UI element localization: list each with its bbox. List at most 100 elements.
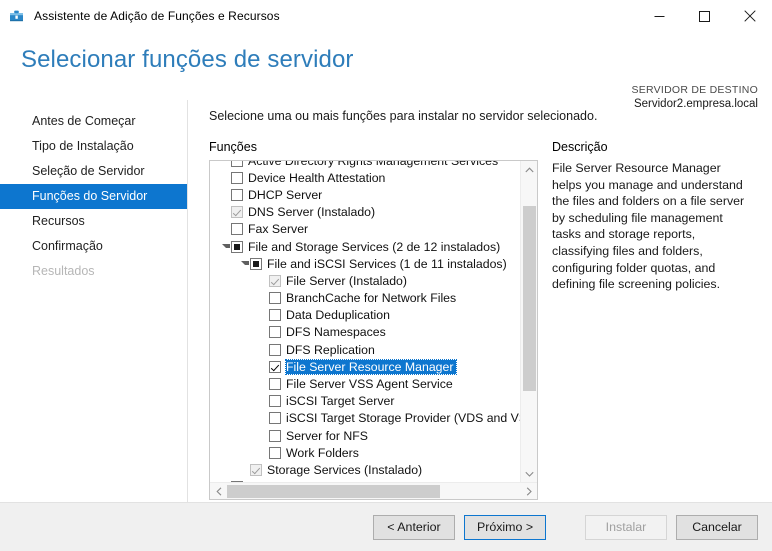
roles-list-viewport: Active Directory Rights Management Servi… <box>210 161 520 482</box>
role-checkbox-unchecked[interactable] <box>269 309 281 322</box>
scroll-up-icon[interactable] <box>521 161 537 178</box>
role-checkbox-partial[interactable] <box>231 240 243 253</box>
cancel-button[interactable]: Cancelar <box>676 514 758 540</box>
role-checkbox-unchecked[interactable] <box>269 395 281 408</box>
role-tree-row[interactable]: File and iSCSI Services (1 de 11 instala… <box>210 255 520 272</box>
role-label: Storage Services (Instalado) <box>267 462 423 477</box>
role-checkbox-unchecked[interactable] <box>231 223 243 236</box>
sidebar-item-antes-de-comecar[interactable]: Antes de Começar <box>0 109 187 134</box>
role-label: File Server Resource Manager <box>284 358 458 375</box>
expander-open-icon[interactable] <box>239 255 250 272</box>
role-checkbox-installed[interactable] <box>250 463 262 476</box>
role-tree-row[interactable]: DNS Server (Instalado) <box>210 204 520 221</box>
role-tree-row[interactable]: DHCP Server <box>210 186 520 203</box>
destination-label: SERVIDOR DE DESTINO <box>631 84 758 96</box>
page-header: Selecionar funções de servidor SERVIDOR … <box>0 32 772 110</box>
window-controls <box>637 0 772 32</box>
role-label: DNS Server (Instalado) <box>248 205 376 220</box>
role-label: BranchCache for Network Files <box>286 291 457 306</box>
next-button[interactable]: Próximo > <box>464 514 546 540</box>
role-tree-row[interactable]: File Server (Instalado) <box>210 272 520 289</box>
sidebar-item-selecao-de-servidor[interactable]: Seleção de Servidor <box>0 159 187 184</box>
role-tree-row[interactable]: Active Directory Rights Management Servi… <box>210 161 520 169</box>
role-tree-row[interactable]: Fax Server <box>210 221 520 238</box>
server-manager-icon <box>9 8 25 24</box>
role-checkbox-partial[interactable] <box>250 257 262 270</box>
role-tree-row[interactable]: Data Deduplication <box>210 307 520 324</box>
minimize-icon[interactable] <box>637 0 682 32</box>
role-tree-row[interactable]: Storage Services (Instalado) <box>210 461 520 478</box>
roles-rows: Active Directory Rights Management Servi… <box>210 161 520 482</box>
role-checkbox-checked[interactable] <box>269 360 281 373</box>
role-checkbox-installed[interactable] <box>231 206 243 219</box>
role-label: File and iSCSI Services (1 de 11 instala… <box>267 256 507 271</box>
sidebar-item-recursos[interactable]: Recursos <box>0 209 187 234</box>
role-tree-row[interactable]: Work Folders <box>210 444 520 461</box>
role-tree-row[interactable]: File Server VSS Agent Service <box>210 375 520 392</box>
role-checkbox-unchecked[interactable] <box>231 171 243 184</box>
scroll-right-icon[interactable] <box>520 483 537 499</box>
roles-column: Funções Active Directory Rights Manageme… <box>209 140 538 500</box>
horizontal-scroll-thumb[interactable] <box>227 485 440 498</box>
role-tree-row[interactable]: File and Storage Services (2 de 12 insta… <box>210 238 520 255</box>
maximize-icon[interactable] <box>682 0 727 32</box>
role-checkbox-unchecked[interactable] <box>269 292 281 305</box>
role-tree-row[interactable]: Server for NFS <box>210 427 520 444</box>
window-title: Assistente de Adição de Funções e Recurs… <box>34 9 280 23</box>
description-heading: Descrição <box>552 140 608 154</box>
roles-vertical-scrollbar[interactable] <box>520 161 537 482</box>
sidebar-item-funcoes-do-servidor[interactable]: Funções do Servidor <box>0 184 187 209</box>
role-checkbox-unchecked[interactable] <box>269 429 281 442</box>
role-checkbox-unchecked[interactable] <box>269 343 281 356</box>
close-icon[interactable] <box>727 0 772 32</box>
role-tree-row[interactable]: DFS Namespaces <box>210 324 520 341</box>
roles-listbox[interactable]: Active Directory Rights Management Servi… <box>209 160 538 500</box>
role-tree-row[interactable]: DFS Replication <box>210 341 520 358</box>
content-columns: Funções Active Directory Rights Manageme… <box>209 140 758 500</box>
sidebar-item-confirmacao[interactable]: Confirmação <box>0 234 187 259</box>
role-label: Device Health Attestation <box>248 170 386 185</box>
wizard-steps-sidebar: Antes de Começar Tipo de Instalação Sele… <box>0 100 188 502</box>
role-label: Active Directory Rights Management Servi… <box>248 161 501 168</box>
role-checkbox-unchecked[interactable] <box>269 412 281 425</box>
description-column: Descrição File Server Resource Manager h… <box>552 140 758 500</box>
sidebar-item-tipo-de-instalacao[interactable]: Tipo de Instalação <box>0 134 187 159</box>
vertical-scroll-thumb[interactable] <box>523 206 536 391</box>
role-tree-row[interactable]: BranchCache for Network Files <box>210 290 520 307</box>
role-tree-row[interactable]: iSCSI Target Storage Provider (VDS and V… <box>210 410 520 427</box>
role-checkbox-unchecked[interactable] <box>269 446 281 459</box>
role-tree-row[interactable]: Device Health Attestation <box>210 169 520 186</box>
role-checkbox-unchecked[interactable] <box>269 378 281 391</box>
role-checkbox-installed[interactable] <box>269 274 281 287</box>
title-bar: Assistente de Adição de Funções e Recurs… <box>0 0 772 32</box>
role-label: iSCSI Target Storage Provider (VDS and V… <box>286 411 520 426</box>
role-tree-row[interactable]: File Server Resource Manager <box>210 358 520 375</box>
scroll-down-icon[interactable] <box>521 465 537 482</box>
role-label: Fax Server <box>248 222 309 237</box>
scroll-left-icon[interactable] <box>210 483 227 499</box>
role-checkbox-unchecked[interactable] <box>231 161 243 167</box>
role-checkbox-unchecked[interactable] <box>269 326 281 339</box>
instruction-text: Selecione uma ou mais funções para insta… <box>209 109 598 123</box>
role-checkbox-unchecked[interactable] <box>231 188 243 201</box>
role-label: DFS Replication <box>286 342 375 357</box>
role-tree-row[interactable]: iSCSI Target Server <box>210 393 520 410</box>
body-area: Antes de Começar Tipo de Instalação Sele… <box>0 100 772 502</box>
previous-button[interactable]: < Anterior <box>373 514 455 540</box>
role-wizard-window: Assistente de Adição de Funções e Recurs… <box>0 0 772 551</box>
expander-open-icon[interactable] <box>220 238 231 255</box>
roles-horizontal-scrollbar[interactable] <box>210 482 537 499</box>
install-button: Instalar <box>585 514 667 540</box>
